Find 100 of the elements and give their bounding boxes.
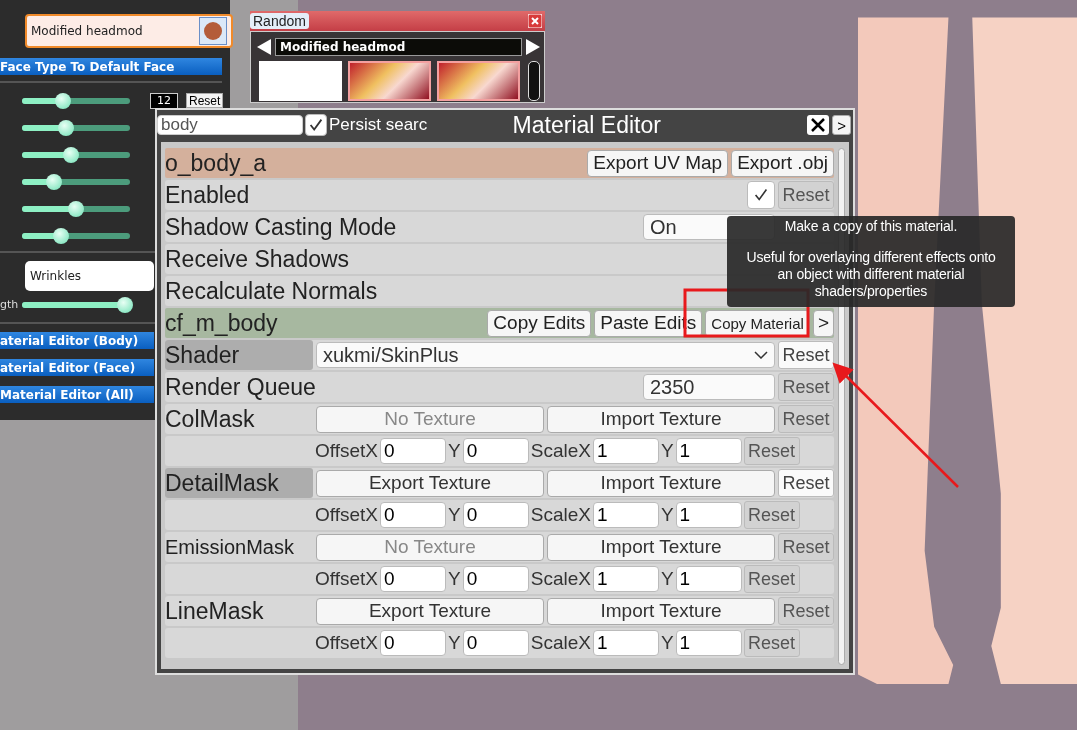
reset-button[interactable]: Reset <box>778 405 834 433</box>
material-editor-button[interactable]: aterial Editor (Face) <box>0 359 154 376</box>
scale-x-field[interactable]: 1 <box>592 438 659 464</box>
offset-y-field[interactable]: 0 <box>462 566 529 592</box>
property-label: DetailMask <box>165 468 313 498</box>
material-editor-button[interactable]: aterial Editor (Body) <box>0 332 154 349</box>
texture-button[interactable]: Export Texture <box>316 597 544 625</box>
action-button[interactable]: Copy Edits <box>487 309 592 337</box>
property-label: Receive Shadows <box>165 245 350 273</box>
material-editor-button[interactable]: Material Editor (All) <box>0 386 154 403</box>
reset-button[interactable]: Reset <box>743 501 800 529</box>
photo-placeholder[interactable] <box>437 61 521 101</box>
face-type-button[interactable]: Face Type To Default Face <box>0 58 222 75</box>
scale-y-field[interactable]: 1 <box>675 502 742 528</box>
reset-button[interactable]: Reset <box>743 629 800 657</box>
field-label: Y <box>448 440 461 462</box>
scale-x-field[interactable]: 1 <box>592 630 659 656</box>
checkbox[interactable] <box>747 181 775 209</box>
property-label: EmissionMask <box>165 534 295 560</box>
random-tab[interactable]: Random <box>250 13 309 29</box>
number-field[interactable]: 2350 <box>643 374 775 400</box>
window-title: Material Editor <box>511 111 662 139</box>
property-label: Shadow Casting Mode <box>165 213 398 241</box>
slider[interactable] <box>22 119 130 136</box>
property-label: Shader <box>165 340 313 370</box>
field-label: ScaleX <box>530 632 591 654</box>
slider[interactable] <box>22 173 130 190</box>
field-label: ScaleX <box>530 440 591 462</box>
offset-x-field[interactable]: 0 <box>380 630 446 656</box>
checkbox[interactable] <box>305 114 327 136</box>
right-arrow-icon[interactable] <box>526 39 540 55</box>
property-label: ColMask <box>165 404 256 434</box>
field-label: Y <box>660 504 674 526</box>
texture-field[interactable]: Wrinkles <box>25 261 154 291</box>
slider[interactable] <box>22 227 130 244</box>
offset-y-field[interactable]: 0 <box>462 630 529 656</box>
dropdown-value: xukmi/SkinPlus <box>323 343 459 367</box>
search-field[interactable]: body <box>157 115 303 135</box>
reset-button[interactable]: Reset <box>778 341 834 369</box>
field-label: Y <box>448 632 461 654</box>
field-label: Y <box>448 504 461 526</box>
field-label: OffsetX <box>315 568 378 590</box>
close-icon[interactable] <box>806 114 831 136</box>
import-texture-button[interactable]: Import Texture <box>547 405 775 433</box>
slider[interactable] <box>22 146 130 163</box>
shader-dropdown[interactable]: xukmi/SkinPlus <box>316 342 775 368</box>
field-label: ScaleX <box>530 568 591 590</box>
reset-button[interactable]: Reset <box>778 373 834 401</box>
action-button[interactable]: Copy Material <box>705 309 810 337</box>
slider[interactable] <box>22 92 130 109</box>
reset-button[interactable]: Reset <box>778 181 834 209</box>
left-arrow-icon[interactable] <box>257 39 271 55</box>
field-label: Y <box>448 568 461 590</box>
field-label: OffsetX <box>315 632 378 654</box>
reset-button[interactable]: Reset <box>743 437 800 465</box>
material-name: o_body_a <box>165 149 268 177</box>
slider[interactable] <box>22 200 130 217</box>
reset-button[interactable]: Reset <box>778 533 834 561</box>
action-button[interactable]: > <box>812 309 834 337</box>
photo-placeholder[interactable] <box>348 61 432 101</box>
avatar-icon <box>199 17 227 45</box>
action-button[interactable]: Export .obj <box>731 149 834 177</box>
reset-button[interactable]: Reset <box>778 597 834 625</box>
scale-x-field[interactable]: 1 <box>592 502 659 528</box>
chevron-icon <box>754 351 768 359</box>
offset-y-field[interactable]: 0 <box>462 502 529 528</box>
scale-y-field[interactable]: 1 <box>675 630 742 656</box>
reset-button[interactable]: Reset <box>743 565 800 593</box>
expand-button[interactable]: > <box>832 115 851 135</box>
slider-label: gth <box>0 298 19 311</box>
empty-thumbnail[interactable] <box>259 61 342 101</box>
offset-x-field[interactable]: 0 <box>380 566 446 592</box>
reset-button[interactable]: Reset <box>778 469 834 497</box>
tooltip-text: Useful for overlaying different effects onto an object with different material shaders/properties <box>745 249 997 300</box>
material-name: cf_m_body <box>165 309 279 337</box>
tooltip-text: Make a copy of this material. <box>784 218 958 235</box>
import-texture-button[interactable]: Import Texture <box>547 597 775 625</box>
scale-y-field[interactable]: 1 <box>675 438 742 464</box>
scale-x-field[interactable]: 1 <box>592 566 659 592</box>
import-texture-button[interactable]: Import Texture <box>547 533 775 561</box>
checkbox-label: Persist searc <box>329 115 428 135</box>
property-label: Enabled <box>165 181 251 209</box>
reset-button[interactable]: Reset <box>186 93 224 108</box>
action-button[interactable]: Export UV Map <box>587 149 729 177</box>
offset-x-field[interactable]: 0 <box>380 438 446 464</box>
field-label: OffsetX <box>315 440 378 462</box>
import-texture-button[interactable]: Import Texture <box>547 469 775 497</box>
field-label: ScaleX <box>530 504 591 526</box>
scale-y-field[interactable]: 1 <box>675 566 742 592</box>
field-label: OffsetX <box>315 504 378 526</box>
field-label: Y <box>660 568 674 590</box>
slider[interactable] <box>22 296 130 313</box>
offset-y-field[interactable]: 0 <box>462 438 529 464</box>
texture-button[interactable]: Export Texture <box>316 469 544 497</box>
field-label: Y <box>660 440 674 462</box>
value-field[interactable]: 12 <box>150 92 178 109</box>
field-label: Y <box>660 632 674 654</box>
offset-x-field[interactable]: 0 <box>380 502 446 528</box>
property-label: Render Queue <box>165 373 317 401</box>
preset-card[interactable]: Modified headmod <box>25 14 233 48</box>
